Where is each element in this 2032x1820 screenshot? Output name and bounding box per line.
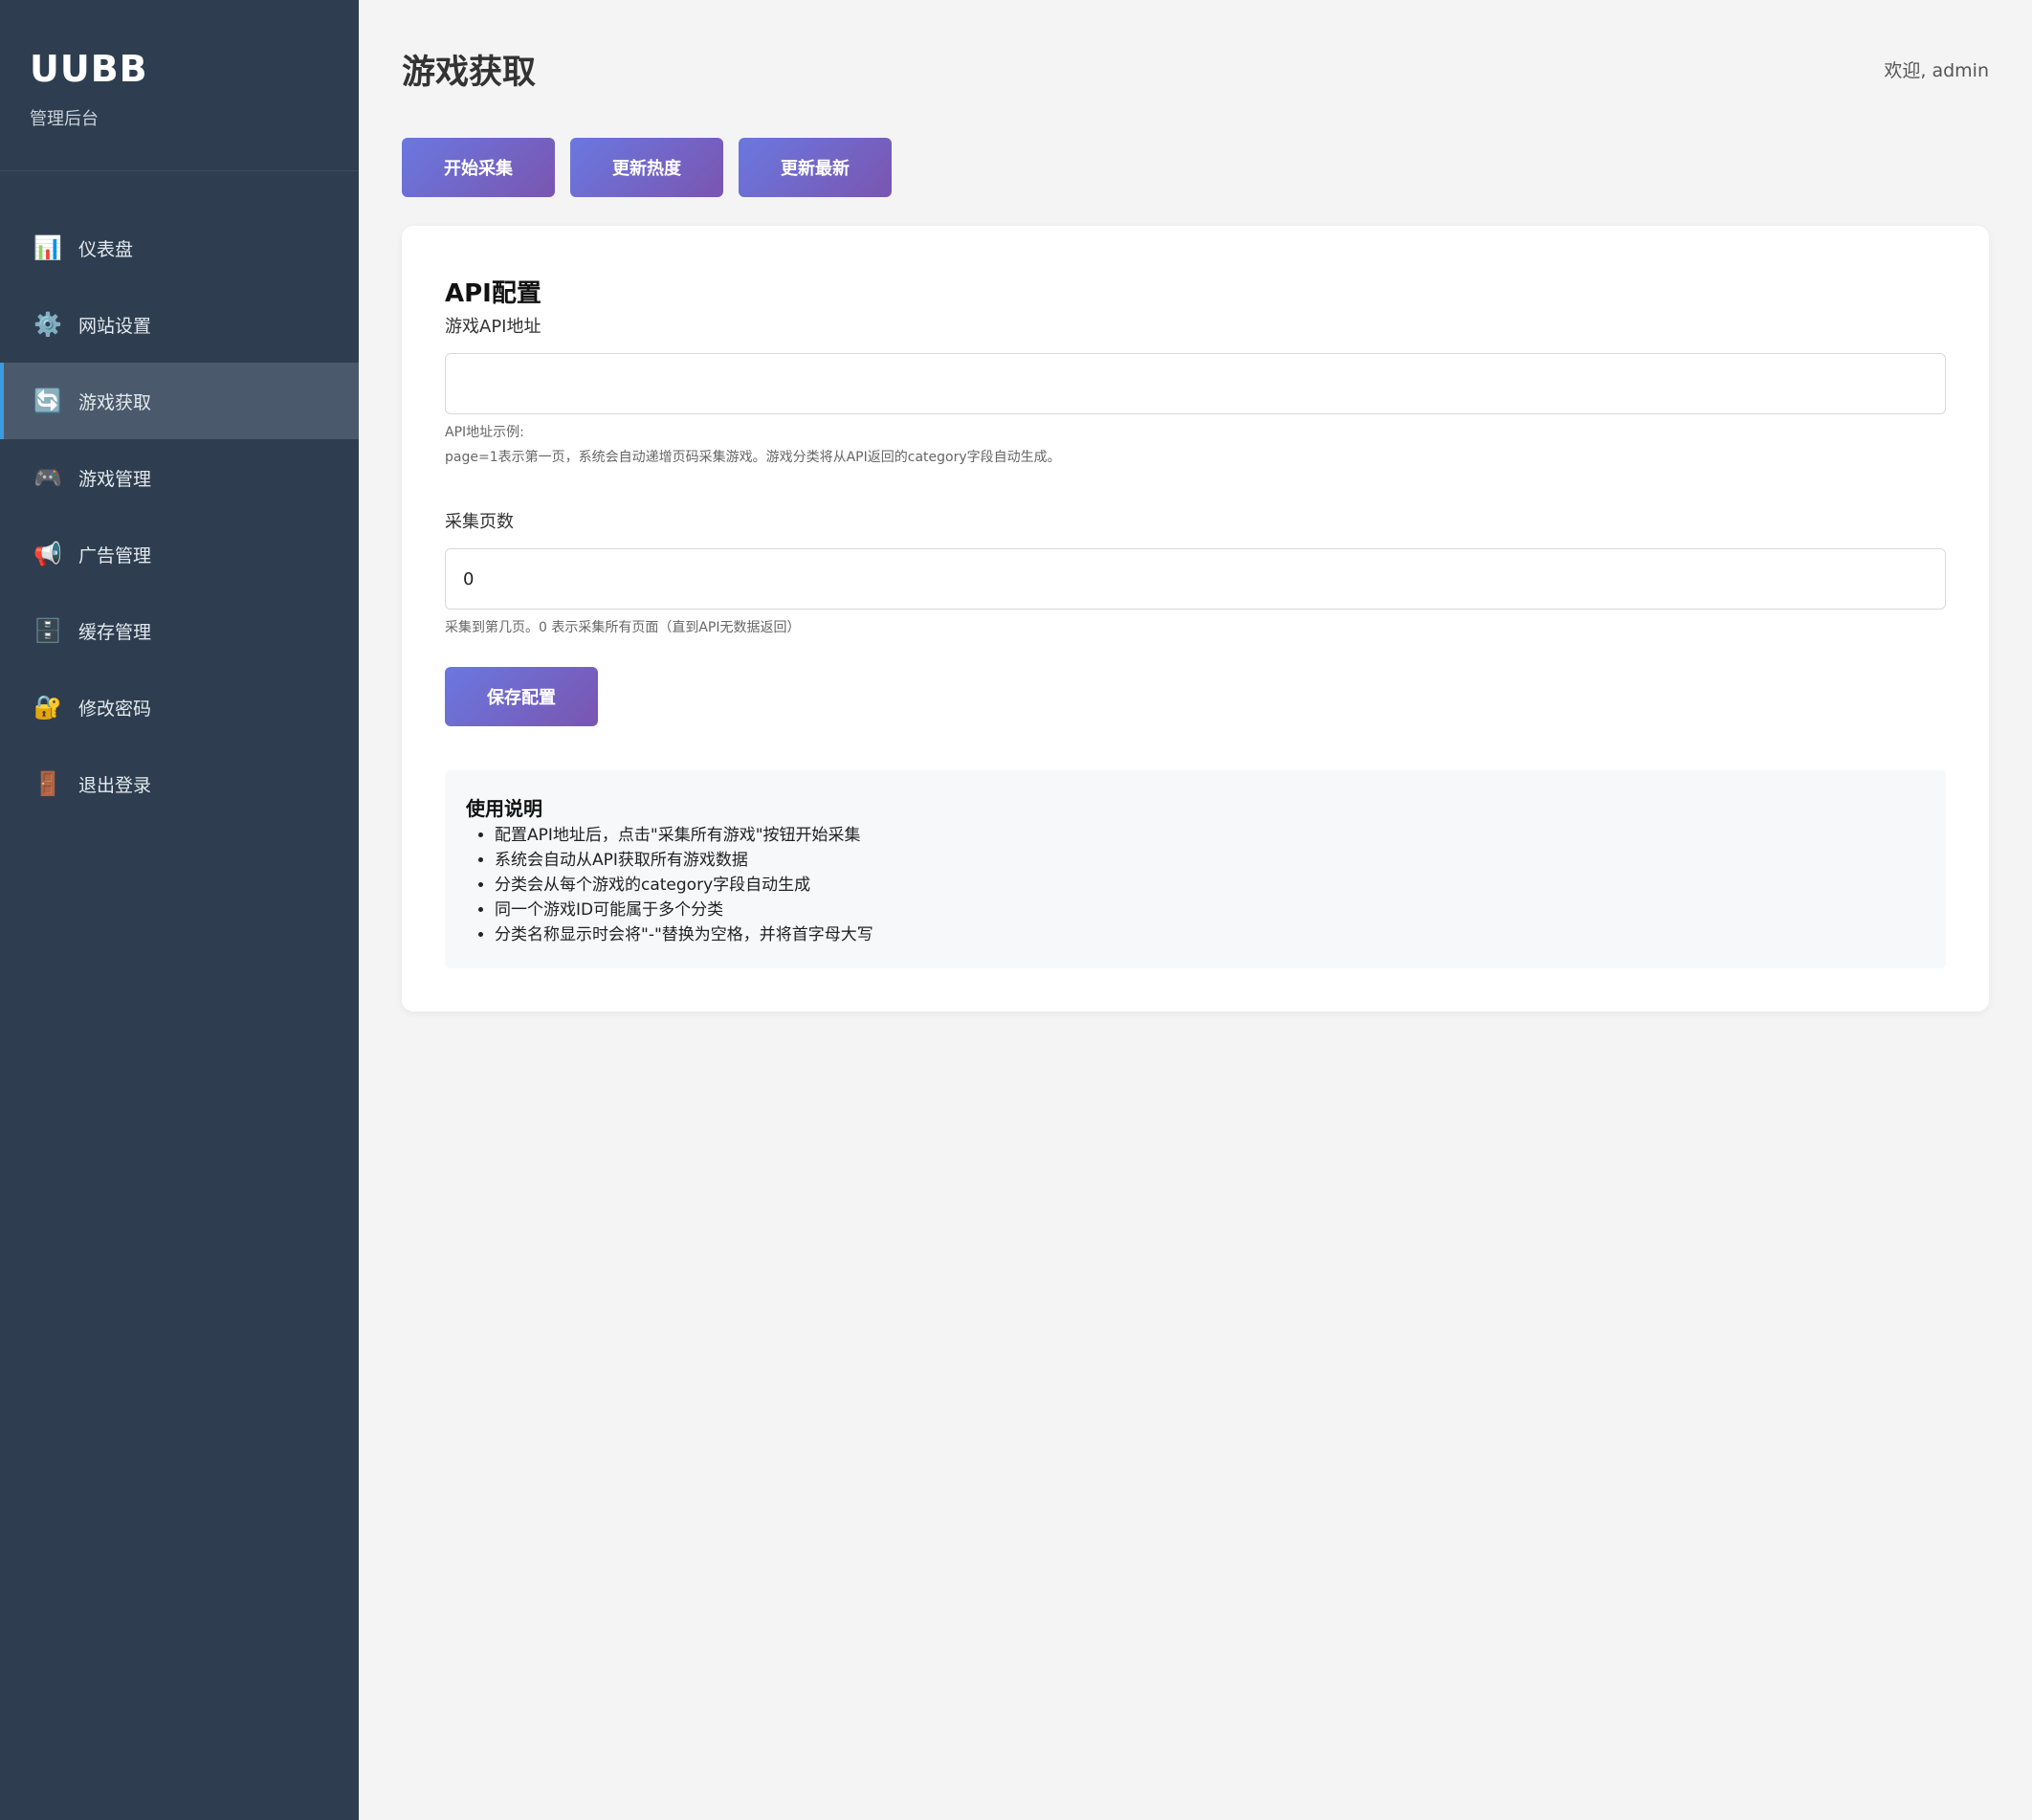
api-config-card: API配置 游戏API地址 API地址示例: page=1表示第一页，系统会自动… — [402, 226, 1989, 1011]
sidebar-item-label: 仪表盘 — [78, 238, 134, 260]
sidebar-item-label: 游戏管理 — [78, 468, 152, 490]
brand: UUBB 管理后台 — [0, 0, 359, 171]
sidebar-item-label: 网站设置 — [78, 315, 152, 337]
topbar: 游戏获取 欢迎, admin — [402, 0, 1989, 138]
page-title: 游戏获取 — [402, 53, 537, 92]
start-collect-button[interactable]: 开始采集 — [402, 138, 555, 197]
api-url-label: 游戏API地址 — [445, 317, 541, 337]
sidebar-item-game-management[interactable]: 🎮 游戏管理 — [0, 439, 359, 516]
main-content: 游戏获取 欢迎, admin 开始采集 更新热度 更新最新 API配置 游戏AP… — [359, 0, 2032, 1820]
sidebar: UUBB 管理后台 📊 仪表盘 ⚙️ 网站设置 🔄 游戏获取 🎮 游戏管理 📢 — [0, 0, 359, 1820]
gamepad-icon: 🎮 — [33, 464, 62, 491]
sidebar-nav: 📊 仪表盘 ⚙️ 网站设置 🔄 游戏获取 🎮 游戏管理 📢 广告管理 🗄️ 缓存… — [0, 210, 359, 822]
api-url-input[interactable] — [445, 353, 1946, 414]
pages-input[interactable]: 0 — [445, 548, 1946, 610]
update-hot-button[interactable]: 更新热度 — [570, 138, 723, 197]
sidebar-item-label: 游戏获取 — [78, 391, 152, 413]
sidebar-item-change-password[interactable]: 🔐 修改密码 — [0, 669, 359, 745]
list-item: 配置API地址后，点击"采集所有游戏"按钮开始采集 — [495, 823, 1925, 848]
app: UUBB 管理后台 📊 仪表盘 ⚙️ 网站设置 🔄 游戏获取 🎮 游戏管理 📢 — [0, 0, 2032, 1820]
megaphone-icon: 📢 — [33, 541, 62, 567]
sidebar-item-game-fetch[interactable]: 🔄 游戏获取 — [0, 363, 359, 439]
list-item: 同一个游戏ID可能属于多个分类 — [495, 898, 1925, 922]
sidebar-item-site-settings[interactable]: ⚙️ 网站设置 — [0, 286, 359, 363]
api-url-hint-line: API地址示例: — [445, 425, 524, 440]
chart-icon: 📊 — [33, 234, 62, 261]
sidebar-item-dashboard[interactable]: 📊 仪表盘 — [0, 210, 359, 286]
brand-title: UUBB — [30, 48, 148, 90]
api-url-hint: API地址示例: page=1表示第一页，系统会自动递增页码采集游戏。游戏分类将… — [445, 420, 1946, 470]
brand-subtitle: 管理后台 — [30, 109, 99, 129]
refresh-icon: 🔄 — [33, 388, 62, 414]
sidebar-item-label: 退出登录 — [78, 774, 152, 796]
sidebar-item-label: 缓存管理 — [78, 621, 152, 643]
help-title: 使用说明 — [466, 797, 542, 820]
door-icon: 🚪 — [33, 770, 62, 797]
list-item: 分类会从每个游戏的category字段自动生成 — [495, 873, 1925, 898]
sidebar-item-ad-management[interactable]: 📢 广告管理 — [0, 516, 359, 592]
gear-icon: ⚙️ — [33, 311, 62, 338]
api-url-hint-line: page=1表示第一页，系统会自动递增页码采集游戏。游戏分类将从API返回的ca… — [445, 450, 1061, 465]
update-latest-button[interactable]: 更新最新 — [739, 138, 892, 197]
help-list: 配置API地址后，点击"采集所有游戏"按钮开始采集 系统会自动从API获取所有游… — [466, 823, 1925, 947]
usage-help-box: 使用说明 配置API地址后，点击"采集所有游戏"按钮开始采集 系统会自动从API… — [445, 770, 1946, 968]
sidebar-item-label: 修改密码 — [78, 698, 152, 720]
cabinet-icon: 🗄️ — [33, 617, 62, 644]
sidebar-item-cache-management[interactable]: 🗄️ 缓存管理 — [0, 592, 359, 669]
lock-icon: 🔐 — [33, 694, 62, 721]
save-config-button[interactable]: 保存配置 — [445, 667, 598, 726]
welcome-text: 欢迎, admin — [1884, 59, 1989, 81]
pages-hint: 采集到第几页。0 表示采集所有页面（直到API无数据返回） — [445, 620, 801, 635]
list-item: 分类名称显示时会将"-"替换为空格，并将首字母大写 — [495, 922, 1925, 947]
pages-label: 采集页数 — [445, 512, 514, 532]
sidebar-item-label: 广告管理 — [78, 544, 152, 566]
list-item: 系统会自动从API获取所有游戏数据 — [495, 848, 1925, 873]
sidebar-item-logout[interactable]: 🚪 退出登录 — [0, 745, 359, 822]
action-bar: 开始采集 更新热度 更新最新 — [402, 138, 1989, 197]
card-title: API配置 — [445, 279, 541, 308]
